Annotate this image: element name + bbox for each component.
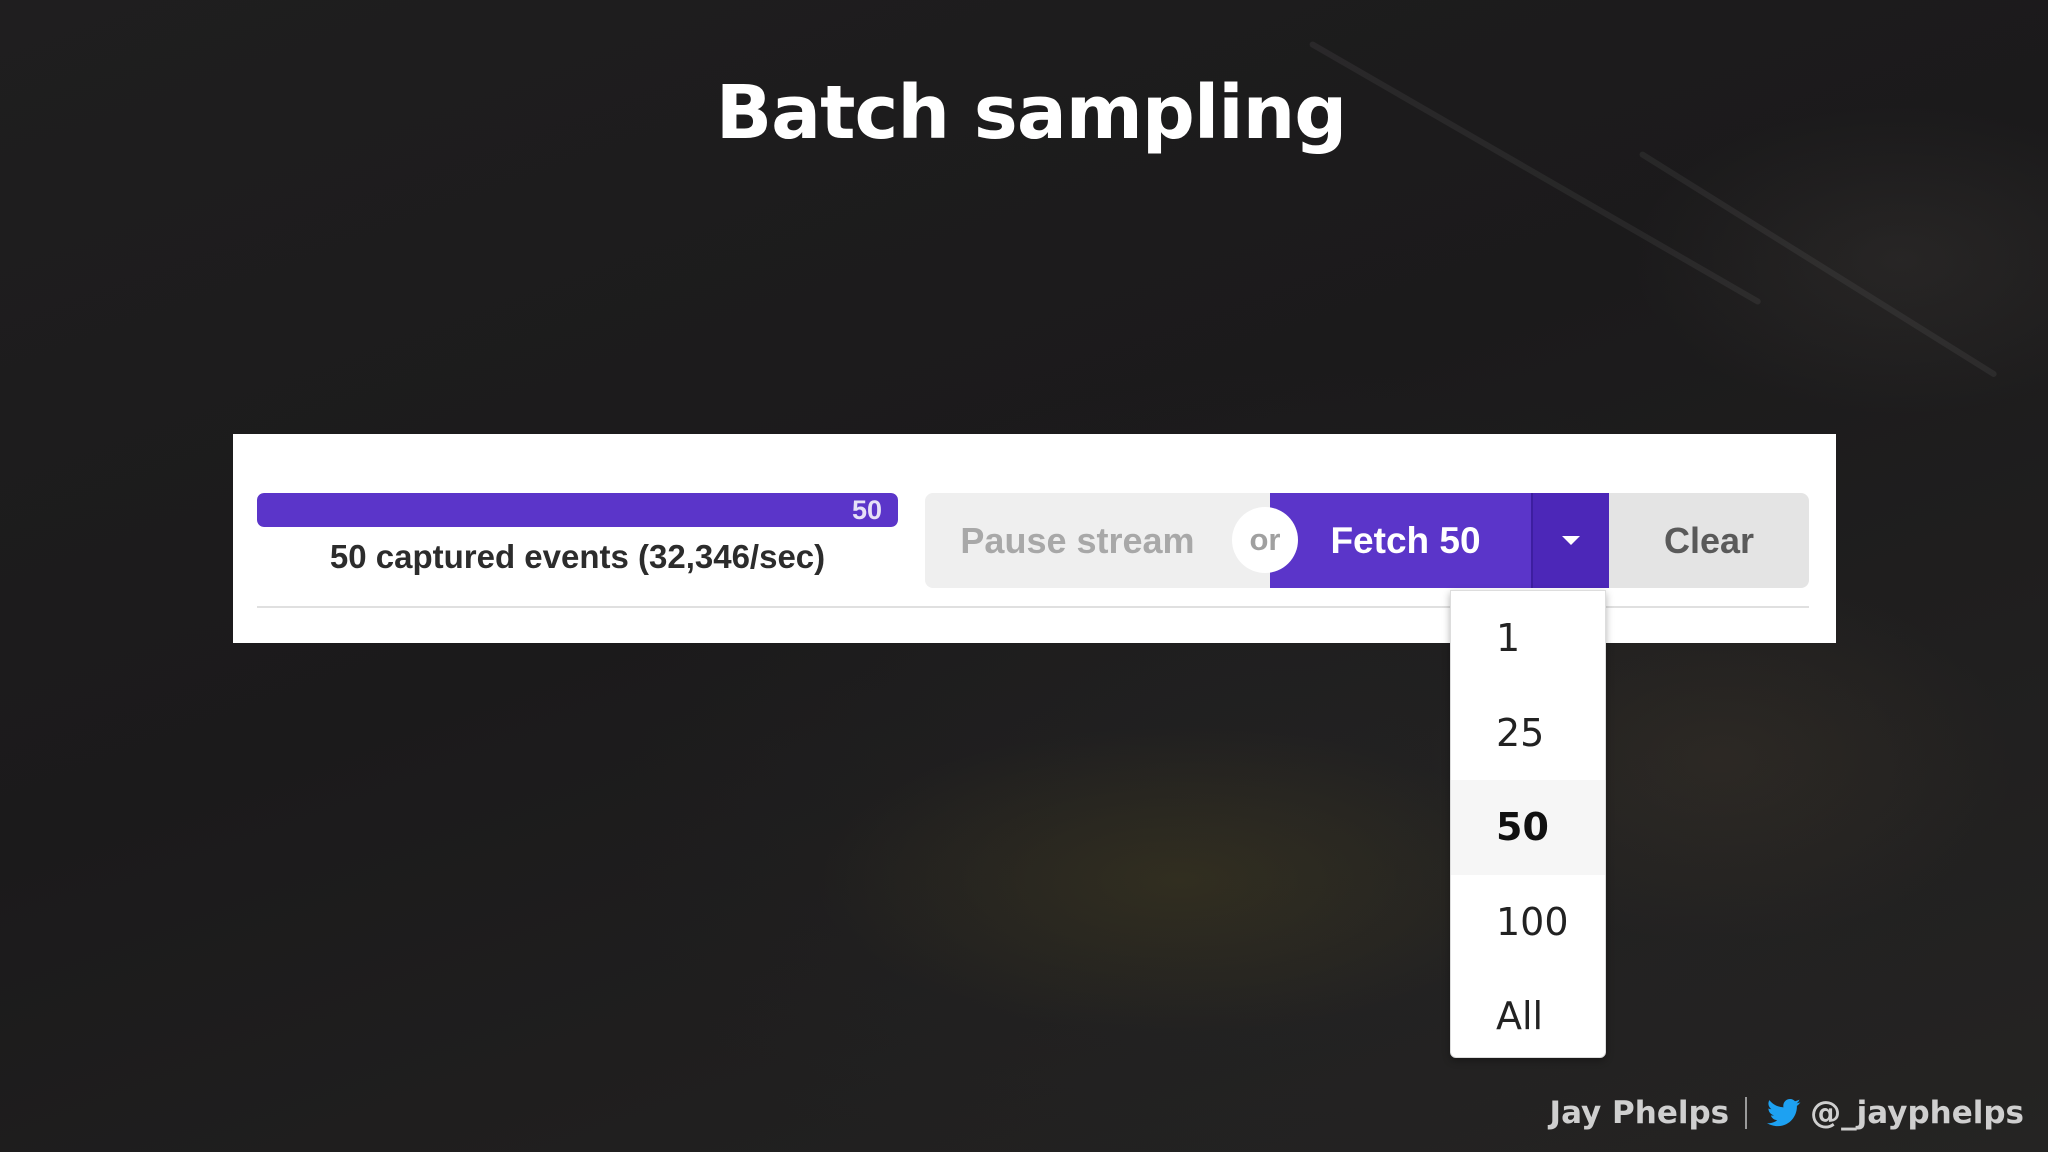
fetch-size-option-100[interactable]: 100 [1451, 875, 1605, 970]
fetch-size-option-1[interactable]: 1 [1451, 591, 1605, 686]
twitter-handle: @_jayphelps [1810, 1095, 2024, 1131]
fetch-size-option-50[interactable]: 50 [1451, 780, 1605, 875]
author-name: Jay Phelps [1549, 1095, 1730, 1131]
slide-footer: Jay Phelps @_jayphelps [1550, 1093, 2024, 1133]
fetch-button[interactable]: Fetch 50 [1270, 493, 1531, 588]
fetch-size-dropdown-toggle[interactable] [1531, 493, 1609, 588]
twitter-icon [1767, 1098, 1801, 1127]
footer-separator [1745, 1097, 1748, 1129]
capture-progress-fill [257, 493, 898, 527]
or-separator: or [1232, 507, 1298, 573]
clear-button[interactable]: Clear [1609, 493, 1809, 588]
pause-stream-label: Pause stream [960, 519, 1195, 561]
clear-button-label: Clear [1663, 519, 1755, 561]
capture-progress-label: 50 [851, 495, 882, 525]
capture-progress-bar: 50 [257, 493, 898, 527]
slide-title: Batch sampling [715, 70, 1347, 156]
pause-stream-button[interactable]: Pause stream [925, 493, 1270, 588]
fetch-size-option-all[interactable]: All [1451, 969, 1605, 1064]
captured-events-text: 50 captured events (32,346/sec) [329, 538, 826, 575]
fetch-button-label: Fetch 50 [1330, 519, 1481, 561]
fetch-size-menu: 1 25 50 100 All [1450, 590, 1606, 1058]
chevron-down-icon [1562, 536, 1580, 545]
fetch-size-option-25[interactable]: 25 [1451, 686, 1605, 781]
